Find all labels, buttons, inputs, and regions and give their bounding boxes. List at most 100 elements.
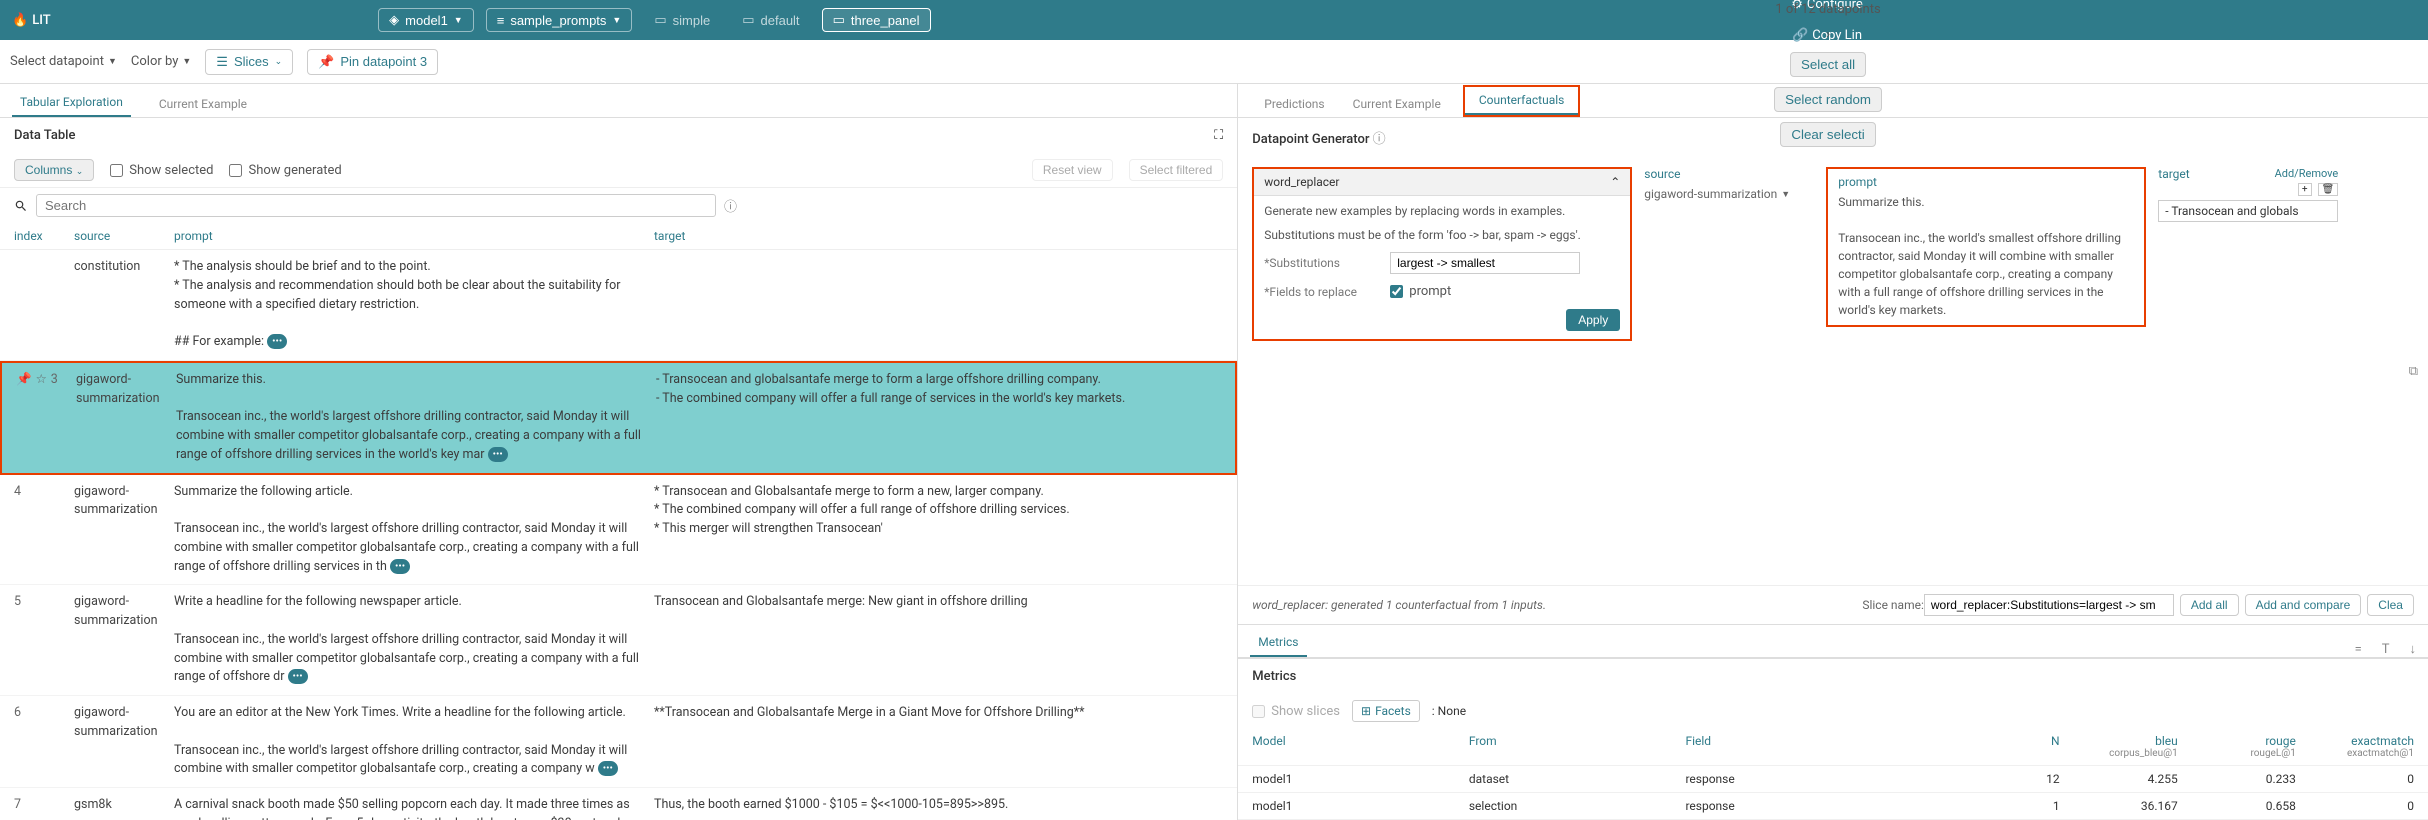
more-icon[interactable]: ••• (267, 334, 287, 349)
data-table-title: Data Table ⛶ (0, 118, 1237, 153)
tab-current-example-right[interactable]: Current Example (1339, 91, 1455, 117)
text-icon[interactable]: T (2382, 642, 2390, 657)
word-replacer-panel: word_replacer ⌃ Generate new examples by… (1252, 167, 1632, 341)
table-body: constitution * The analysis should be br… (0, 250, 1237, 820)
show-generated-checkbox[interactable]: Show generated (229, 163, 341, 178)
model-name: model1 (405, 13, 448, 28)
table-row[interactable]: 6 gigaword-summarization You are an edit… (0, 696, 1237, 788)
prompt-label: prompt (1838, 175, 2134, 189)
table-row[interactable]: 5 gigaword-summarization Write a headlin… (0, 585, 1237, 696)
pin-icon: 📌 (318, 54, 334, 70)
down-icon[interactable]: ↓ (2409, 641, 2416, 657)
apply-button[interactable]: Apply (1566, 309, 1620, 331)
slices-icon: ☰ (216, 54, 228, 70)
select-datapoint-dropdown[interactable]: Select datapoint ▼ (10, 54, 117, 69)
datapoint-counter: 1 of 12 datapoints (1775, 2, 1880, 17)
search-icon (14, 199, 28, 213)
table-header: index source prompt target (0, 223, 1237, 250)
layout-default[interactable]: ▭ default (732, 8, 809, 32)
grid-icon: ⊞ (1361, 704, 1371, 718)
metrics-title: Metrics (1238, 658, 2428, 694)
substitutions-input[interactable] (1390, 252, 1580, 274)
pin-datapoint-button[interactable]: 📌 Pin datapoint 3 (307, 49, 438, 75)
app-logo: 🔥 LIT (12, 13, 51, 28)
table-row[interactable]: 📌☆3 gigaword-summarization Summarize thi… (0, 361, 1237, 475)
chevron-down-icon: ▼ (612, 15, 621, 25)
table-row[interactable]: 4 gigaword-summarization Summarize the f… (0, 475, 1237, 586)
select-filtered-button[interactable]: Select filtered (1129, 159, 1224, 181)
generator-desc: Generate new examples by replacing words… (1264, 204, 1620, 218)
metrics-row: model1 dataset response 12 4.255 0.233 0 (1238, 766, 2428, 793)
columns-dropdown[interactable]: Columns ⌄ (14, 159, 94, 181)
add-all-button[interactable]: Add all (2180, 594, 2239, 616)
fields-label: *Fields to replace (1264, 285, 1374, 299)
tab-metrics[interactable]: Metrics (1250, 629, 1306, 657)
source-column: source gigaword-summarization ▼ (1644, 167, 1814, 201)
more-icon[interactable]: ••• (390, 559, 410, 574)
slice-name-input[interactable] (1924, 594, 2174, 616)
tab-current-example[interactable]: Current Example (151, 91, 255, 117)
help-icon[interactable]: ⓘ (1373, 132, 1386, 147)
right-tabs: Predictions Current Example Counterfactu… (1238, 84, 2428, 118)
list-icon: ≡ (497, 13, 505, 28)
more-icon[interactable]: ••• (488, 447, 508, 462)
facets-button[interactable]: ⊞ Facets (1352, 700, 1420, 722)
right-panel: Predictions Current Example Counterfactu… (1238, 84, 2428, 820)
tab-tabular-exploration[interactable]: Tabular Exploration (12, 89, 131, 117)
model-selector[interactable]: ◈ model1 ▼ (378, 8, 474, 32)
col-target[interactable]: target (654, 229, 1223, 243)
prompt-text: Summarize this. Transocean inc., the wor… (1838, 193, 2134, 319)
table-row[interactable]: constitution * The analysis should be br… (0, 250, 1237, 361)
star-icon[interactable]: ☆ (36, 371, 47, 390)
chevron-down-icon: ▼ (454, 15, 463, 25)
fullscreen-icon[interactable]: ⛶ (1214, 128, 1223, 143)
target-value[interactable]: - Transocean and globals (2158, 200, 2338, 222)
source-value-dropdown[interactable]: gigaword-summarization ▼ (1644, 187, 1814, 201)
layout-simple[interactable]: ▭ simple (644, 8, 720, 32)
color-by-dropdown[interactable]: Color by ▼ (131, 54, 191, 69)
left-tabs: Tabular Exploration Current Example (0, 84, 1237, 118)
reset-view-button[interactable]: Reset view (1032, 159, 1113, 181)
pin-icon[interactable]: 📌 (16, 371, 32, 390)
table-row[interactable]: 7 gsm8k A carnival snack booth made $50 … (0, 788, 1237, 820)
layout-icon: ▭ (654, 12, 666, 28)
dataset-name: sample_prompts (510, 13, 606, 28)
collapse-icon[interactable]: ⌃ (1610, 175, 1620, 189)
flame-icon: 🔥 (12, 13, 28, 28)
layout-three-panel[interactable]: ▭ three_panel (822, 8, 931, 32)
tab-counterfactuals[interactable]: Counterfactuals (1465, 87, 1579, 115)
more-icon[interactable]: ••• (288, 669, 308, 684)
search-input[interactable] (36, 194, 716, 217)
delete-icon[interactable]: 🗑 (2318, 183, 2339, 196)
select-all-button[interactable]: Select all (1790, 52, 1866, 77)
slice-name-label: Slice name: (1862, 598, 1924, 612)
dataset-selector[interactable]: ≡ sample_prompts ▼ (486, 8, 633, 32)
help-icon[interactable]: ⓘ (724, 196, 737, 215)
col-source[interactable]: source (74, 229, 174, 243)
add-and-compare-button[interactable]: Add and compare (2245, 594, 2362, 616)
chevron-down-icon: ⌄ (275, 56, 283, 67)
app-name: LIT (32, 13, 50, 28)
generator-desc-2: Substitutions must be of the form 'foo -… (1264, 228, 1620, 242)
add-remove-link[interactable]: Add/Remove (2275, 167, 2339, 180)
target-column: target Add/Remove + 🗑 - Transocean and g… (2158, 167, 2338, 222)
clear-generated-button[interactable]: Clea (2367, 594, 2414, 616)
show-selected-checkbox[interactable]: Show selected (110, 163, 213, 178)
chip-icon: ◈ (389, 12, 399, 28)
add-icon[interactable]: + (2298, 183, 2312, 196)
tab-predictions[interactable]: Predictions (1250, 91, 1338, 117)
copy-icon[interactable]: ⧉ (2409, 364, 2418, 379)
col-index[interactable]: index (14, 229, 74, 243)
more-icon[interactable]: ••• (598, 761, 618, 776)
slices-button[interactable]: ☰ Slices ⌄ (205, 49, 293, 75)
left-panel: Tabular Exploration Current Example Data… (0, 84, 1238, 820)
show-slices-checkbox[interactable]: Show slices (1252, 704, 1340, 719)
metrics-row: model1 selection response 1 36.167 0.658… (1238, 793, 2428, 820)
col-prompt[interactable]: prompt (174, 229, 654, 243)
menu-icon[interactable]: = (2355, 642, 2362, 657)
fields-prompt-checkbox[interactable]: prompt (1390, 284, 1451, 299)
next-datapoint[interactable]: › (1826, 27, 1830, 42)
layout-icon: ▭ (833, 12, 845, 28)
metrics-header: Model From Field N bleucorpus_bleu@1 rou… (1238, 728, 2428, 766)
selection-toolbar: Select datapoint ▼ Color by ▼ ☰ Slices ⌄… (0, 40, 2428, 84)
